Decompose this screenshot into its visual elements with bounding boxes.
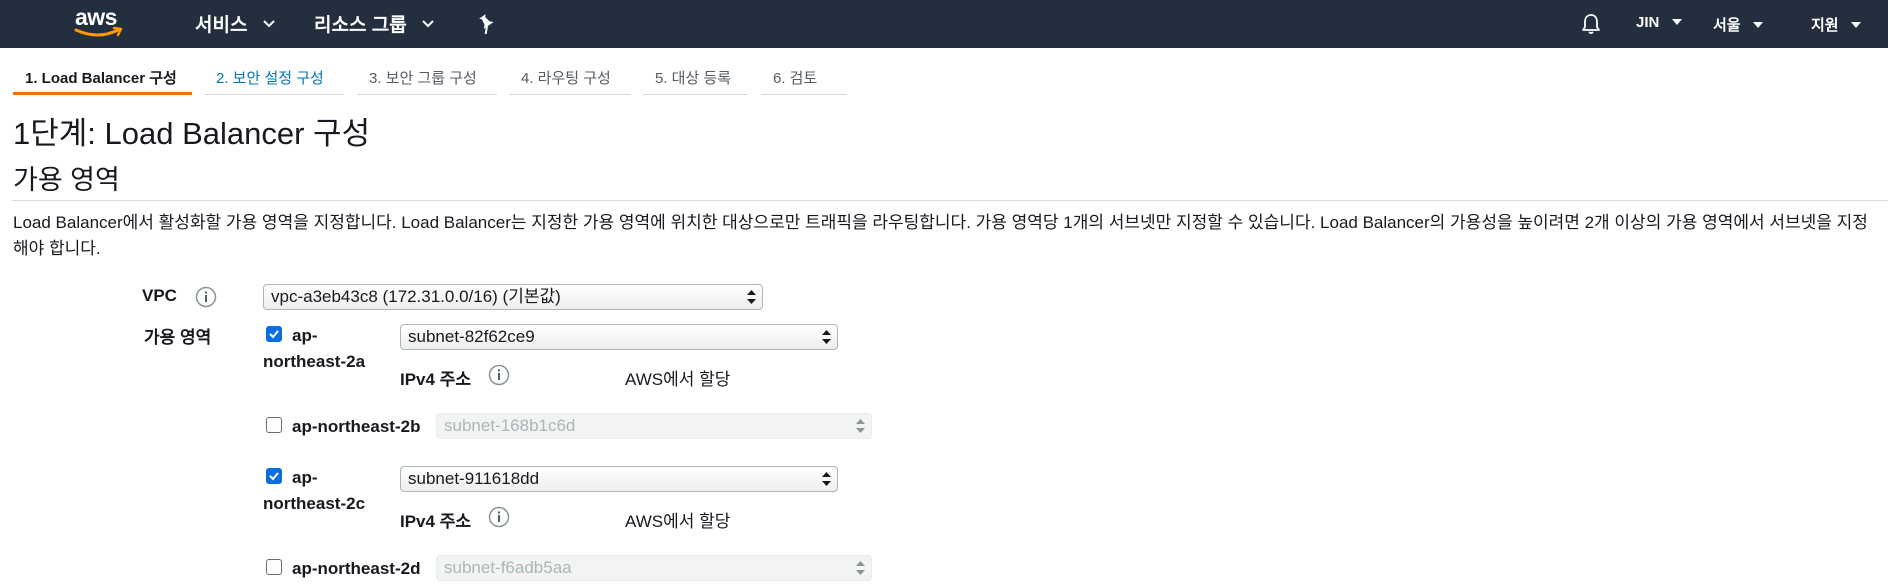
zone-b-checkbox[interactable] [266,417,282,433]
select-arrows-icon [856,419,865,433]
zone-a-checkbox[interactable] [266,326,282,342]
availability-zones-label: 가용 영역 [144,328,212,347]
aws-smile-icon [74,26,123,37]
resource-groups-menu-label: 리소스 그룹 [314,15,407,36]
vpc-label: VPC [142,286,177,305]
caret-down-icon [1850,22,1861,29]
zone-c-subnet-select[interactable]: subnet-911618dd [400,466,838,492]
region-menu-label: 서울 [1713,17,1741,34]
support-menu-label: 지원 [1811,17,1839,34]
info-icon[interactable] [195,286,217,308]
pin-icon[interactable] [477,13,497,35]
tab-step-2-security-settings[interactable]: 2. 보안 설정 구성 [204,62,344,95]
vpc-select-value: vpc-a3eb43c8 (172.31.0.0/16) (기본값) [271,287,561,306]
zone-d-name: ap-northeast-2d [292,559,421,578]
zone-a-subnet-select[interactable]: subnet-82f62ce9 [400,324,838,350]
select-arrows-icon [822,472,831,486]
zone-b-name: ap-northeast-2b [292,417,421,436]
zone-a-name-line2: northeast-2a [263,352,366,371]
top-navigation-bar: aws 서비스 리소스 그룹 JIN 서울 지원 [0,0,1888,48]
wizard-step-tabs: 1. Load Balancer 구성 2. 보안 설정 구성 3. 보안 그룹… [0,62,1888,96]
zone-c-ipv4-value: AWS에서 할당 [625,512,731,531]
zone-a-ipv4-value: AWS에서 할당 [625,370,731,389]
caret-down-icon [1752,22,1763,29]
zone-c-name-line1: ap- [292,468,318,487]
zone-c-ipv4-label: IPv4 주소 [400,512,471,531]
tab-step-3-security-groups[interactable]: 3. 보안 그룹 구성 [357,62,497,95]
zone-d-checkbox[interactable] [266,559,282,575]
tab-step-6-review[interactable]: 6. 검토 [761,62,847,95]
resource-groups-menu[interactable]: 리소스 그룹 [314,10,434,37]
caret-down-icon [422,20,434,28]
vpc-select[interactable]: vpc-a3eb43c8 (172.31.0.0/16) (기본값) [263,284,763,310]
tab-step-5-register-targets[interactable]: 5. 대상 등록 [643,62,748,95]
zone-b-subnet-select: subnet-168b1c6d [436,413,872,439]
tab-step-5-label: 5. 대상 등록 [655,70,732,87]
checkmark-icon [269,472,279,481]
aws-logo-icon[interactable]: aws [72,4,130,44]
region-menu[interactable]: 서울 [1713,14,1763,35]
caret-down-icon [1671,19,1682,26]
caret-down-icon [263,20,275,28]
zone-d-subnet-value: subnet-f6adb5aa [444,558,572,577]
info-icon[interactable] [488,506,510,528]
section-description: Load Balancer에서 활성화할 가용 영역을 지정합니다. Load … [13,213,1868,258]
tab-step-1-label: 1. Load Balancer 구성 [25,70,177,87]
support-menu[interactable]: 지원 [1811,14,1861,35]
select-arrows-icon [747,290,756,304]
section-title: 가용 영역 [13,165,120,195]
select-arrows-icon [856,561,865,575]
tab-step-1-configure-load-balancer[interactable]: 1. Load Balancer 구성 [13,62,192,95]
zone-c-checkbox[interactable] [266,468,282,484]
zone-c-name-line2: northeast-2c [263,494,366,513]
info-icon[interactable] [488,364,510,386]
tab-step-4-label: 4. 라우팅 구성 [521,70,611,87]
zone-a-name-line1: ap- [292,326,318,345]
tab-step-6-label: 6. 검토 [773,70,818,87]
zone-d-subnet-select: subnet-f6adb5aa [436,555,872,581]
tab-step-4-routing[interactable]: 4. 라우팅 구성 [509,62,631,95]
zone-b-subnet-value: subnet-168b1c6d [444,416,576,435]
checkmark-icon [269,330,279,339]
account-menu-label: JIN [1636,14,1660,31]
tab-step-3-label: 3. 보안 그룹 구성 [369,70,477,87]
services-menu[interactable]: 서비스 [195,10,275,37]
zone-c-subnet-value: subnet-911618dd [408,469,540,488]
page-title: 1단계: Load Balancer 구성 [13,116,371,151]
select-arrows-icon [822,330,831,344]
services-menu-label: 서비스 [195,15,248,36]
zone-a-ipv4-label: IPv4 주소 [400,370,471,389]
section-divider [12,200,1888,201]
tab-step-2-label: 2. 보안 설정 구성 [216,70,324,87]
account-menu[interactable]: JIN [1636,14,1682,31]
zone-a-subnet-value: subnet-82f62ce9 [408,327,535,346]
bell-icon[interactable] [1579,12,1603,36]
